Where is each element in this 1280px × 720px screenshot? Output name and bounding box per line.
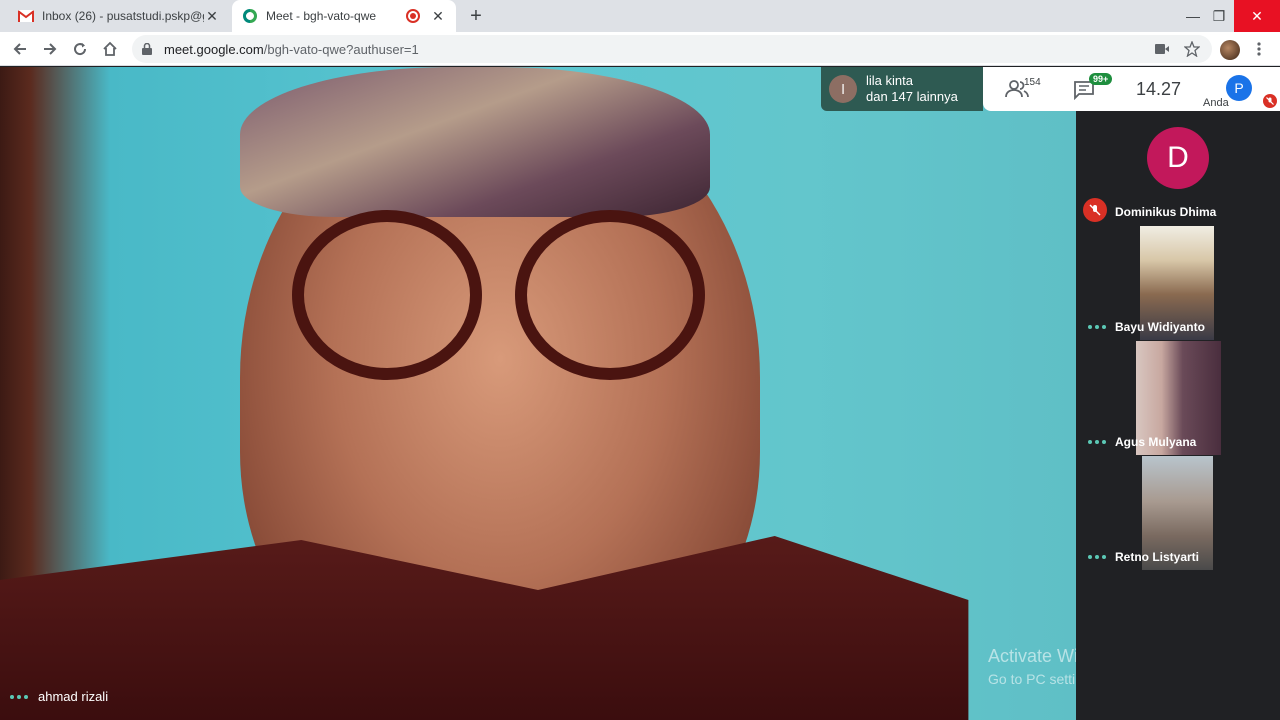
joiner-avatar: l — [829, 75, 857, 103]
recording-icon — [406, 9, 420, 23]
tab-strip: Inbox (26) - pusatstudi.pskp@gm ✕ Meet -… — [0, 0, 1280, 32]
close-tab-icon[interactable]: ✕ — [204, 8, 220, 24]
back-arrow-icon[interactable] — [8, 37, 32, 61]
camera-icon[interactable] — [1150, 37, 1174, 61]
participant-name: Retno Listyarti — [1115, 550, 1200, 564]
joiner-others: dan 147 lainnya — [866, 89, 958, 104]
url-path: /bgh-vato-qwe?authuser=1 — [263, 41, 419, 57]
participant-tile[interactable]: D Dominikus Dhima — [1076, 111, 1280, 225]
close-window-button[interactable]: ✕ — [1234, 0, 1280, 32]
meeting-clock: 14.27 — [1136, 79, 1182, 99]
chat-unread-badge: 99+ — [1089, 73, 1113, 85]
mic-off-icon — [1263, 94, 1277, 108]
tab-title: Inbox (26) - pusatstudi.pskp@gm — [42, 9, 204, 23]
speaker-headband — [240, 67, 710, 217]
new-tab-button[interactable]: + — [466, 6, 486, 26]
self-label: Anda — [1203, 97, 1229, 109]
more-vert-icon[interactable] — [1247, 37, 1271, 61]
tab-meet[interactable]: Meet - bgh-vato-qwe ✕ — [232, 0, 456, 32]
participant-name: Dominikus Dhima — [1115, 205, 1217, 219]
meet-window: Inbox (26) - pusatstudi.pskp@gm ✕ Meet -… — [0, 0, 1280, 720]
participant-name: Bayu Widiyanto — [1115, 320, 1205, 334]
audio-activity-icon — [1088, 555, 1106, 559]
participant-strip: D Dominikus Dhima Bayu Widiyanto Agus Mu… — [1076, 111, 1280, 720]
lock-icon — [142, 42, 154, 56]
joiner-name: lila kinta — [866, 73, 913, 88]
audio-activity-icon — [10, 694, 28, 699]
profile-avatar[interactable] — [1220, 40, 1240, 60]
participant-tile[interactable]: Bayu Widiyanto — [1076, 226, 1280, 340]
participant-tile[interactable]: Retno Listyarti — [1076, 456, 1280, 570]
gmail-icon — [18, 8, 34, 24]
join-notification[interactable]: l lila kinta dan 147 lainnya — [821, 67, 983, 111]
browser-toolbar: meet.google.com/bgh-vato-qwe?authuser=1 — [0, 32, 1280, 66]
tab-gmail-inbox[interactable]: Inbox (26) - pusatstudi.pskp@gm ✕ — [8, 0, 230, 32]
participant-name: Agus Mulyana — [1115, 435, 1197, 449]
tab-title: Meet - bgh-vato-qwe — [266, 9, 377, 23]
glasses-lens-left — [292, 210, 482, 380]
meet-top-bar: 154 99+ 14.27 P Anda — [983, 67, 1280, 111]
url-host: meet.google.com — [164, 41, 264, 57]
speaker-name-label: ahmad rizali — [10, 689, 108, 704]
participant-avatar: D — [1147, 127, 1209, 189]
mic-off-icon — [1083, 198, 1107, 222]
address-bar[interactable]: meet.google.com/bgh-vato-qwe?authuser=1 — [132, 35, 1212, 63]
meet-icon — [242, 8, 258, 24]
reload-icon[interactable] — [68, 37, 92, 61]
glasses-lens-right — [515, 210, 705, 380]
forward-arrow-icon[interactable] — [38, 37, 62, 61]
audio-activity-icon — [1088, 325, 1106, 329]
speaker-name: ahmad rizali — [38, 689, 109, 704]
self-avatar[interactable]: P — [1226, 75, 1252, 101]
bookmark-star-icon[interactable] — [1180, 37, 1204, 61]
participant-tile[interactable]: Agus Mulyana — [1076, 341, 1280, 455]
audio-activity-icon — [1088, 440, 1106, 444]
home-icon[interactable] — [98, 37, 122, 61]
close-tab-icon[interactable]: ✕ — [430, 8, 446, 24]
participant-count: 154 — [1024, 77, 1041, 88]
